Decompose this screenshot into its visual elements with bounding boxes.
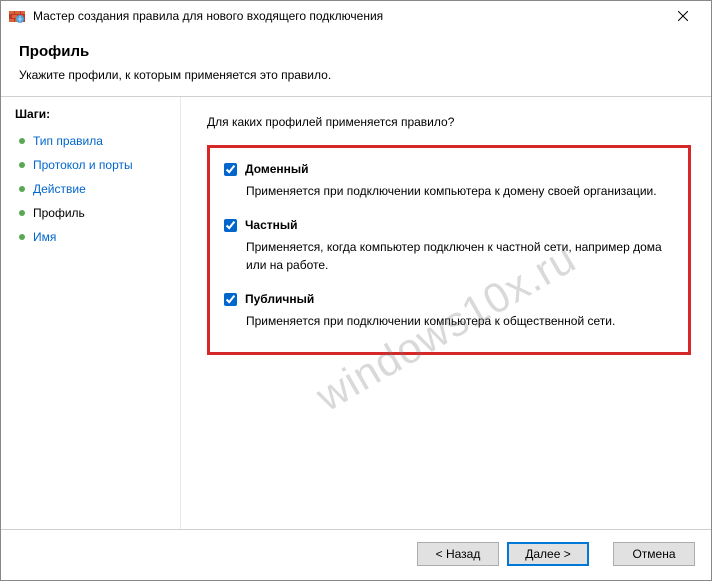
main-question: Для каких профилей применяется правило? <box>207 115 691 129</box>
sidebar-item-label: Действие <box>33 182 86 196</box>
window-title: Мастер создания правила для нового входя… <box>33 9 663 23</box>
wizard-footer: < Назад Далее > Отмена <box>1 529 711 577</box>
checkbox-private[interactable] <box>224 219 237 232</box>
next-button[interactable]: Далее > <box>507 542 589 566</box>
sidebar-item-profile[interactable]: Профиль <box>11 201 180 225</box>
back-button[interactable]: < Назад <box>417 542 499 566</box>
option-domain: Доменный Применяется при подключении ком… <box>224 162 670 200</box>
bullet-icon <box>19 234 25 240</box>
cancel-button[interactable]: Отмена <box>613 542 695 566</box>
wizard-body: Шаги: Тип правила Протокол и порты Дейст… <box>1 97 711 529</box>
sidebar-item-label: Протокол и порты <box>33 158 133 172</box>
sidebar-item-name[interactable]: Имя <box>11 225 180 249</box>
option-row: Публичный <box>224 292 670 306</box>
page-subtitle: Укажите профили, к которым применяется э… <box>19 68 693 82</box>
option-label: Частный <box>245 218 298 232</box>
option-row: Доменный <box>224 162 670 176</box>
option-public: Публичный Применяется при подключении ко… <box>224 292 670 330</box>
checkbox-public[interactable] <box>224 293 237 306</box>
option-label: Публичный <box>245 292 314 306</box>
bullet-icon <box>19 138 25 144</box>
bullet-icon <box>19 162 25 168</box>
sidebar-item-label: Имя <box>33 230 56 244</box>
option-row: Частный <box>224 218 670 232</box>
sidebar-heading: Шаги: <box>11 107 180 121</box>
option-private: Частный Применяется, когда компьютер под… <box>224 218 670 274</box>
options-highlight-box: Доменный Применяется при подключении ком… <box>207 145 691 355</box>
close-button[interactable] <box>663 2 703 30</box>
sidebar-item-label: Профиль <box>33 206 85 220</box>
main-content: Для каких профилей применяется правило? … <box>181 97 711 529</box>
firewall-icon <box>9 8 25 24</box>
bullet-icon <box>19 186 25 192</box>
page-title: Профиль <box>19 43 693 60</box>
close-icon <box>678 11 688 21</box>
sidebar-item-protocol-ports[interactable]: Протокол и порты <box>11 153 180 177</box>
wizard-header: Профиль Укажите профили, к которым приме… <box>1 31 711 96</box>
option-desc: Применяется при подключении компьютера к… <box>246 182 670 200</box>
sidebar-item-rule-type[interactable]: Тип правила <box>11 129 180 153</box>
checkbox-domain[interactable] <box>224 163 237 176</box>
option-desc: Применяется при подключении компьютера к… <box>246 312 670 330</box>
sidebar-list: Тип правила Протокол и порты Действие Пр… <box>11 129 180 249</box>
sidebar-item-action[interactable]: Действие <box>11 177 180 201</box>
bullet-icon <box>19 210 25 216</box>
option-desc: Применяется, когда компьютер подключен к… <box>246 238 670 274</box>
sidebar-item-label: Тип правила <box>33 134 103 148</box>
titlebar: Мастер создания правила для нового входя… <box>1 1 711 31</box>
sidebar: Шаги: Тип правила Протокол и порты Дейст… <box>1 97 181 529</box>
option-label: Доменный <box>245 162 309 176</box>
